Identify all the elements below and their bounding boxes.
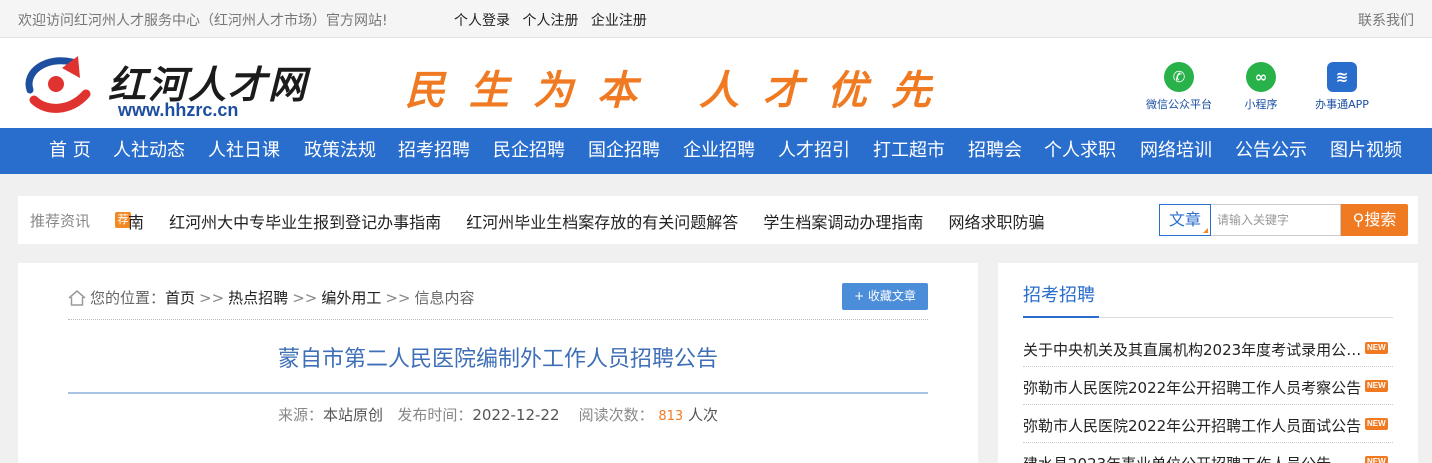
article-panel: 您的位置：首页 >> 热点招聘 >> 编外用工 >> 信息内容 + 收藏文章 蒙自市第二人民… [18, 263, 978, 463]
nav-training[interactable]: 网络培训 [1140, 128, 1212, 174]
source-value: 本站原创 [322, 406, 383, 424]
recommend-ticker: 南 红河州大中专毕业生报到登记办事指南 红河州毕业生档案存放的有关问题解答 学生… [128, 209, 1048, 233]
breadcrumb-sep: >> [385, 289, 411, 307]
company-register-link[interactable]: 企业注册 [591, 13, 647, 29]
header: 红河人才网 www.hhzrc.cn 民生为本 人才优先 ✆ 微信公众平台 ∞ 小… [0, 38, 1432, 128]
list-item-title[interactable]: 弥勒市人民医院2022年公开招聘工作人员面试公告 [1023, 415, 1363, 436]
app-label: 办事通APP [1315, 98, 1369, 111]
wechat-icon: ✆ [1164, 62, 1194, 92]
list-item-title[interactable]: 关于中央机关及其直属机构2023年度考试录用公务员 [1023, 339, 1363, 360]
nav-state-recruit[interactable]: 国企招聘 [588, 128, 660, 174]
logo-url: www.hhzrc.cn [118, 100, 239, 120]
search-type-select[interactable]: 文章 [1159, 204, 1211, 236]
new-badge: NEW [1365, 380, 1388, 392]
ticker-item[interactable]: 南 [128, 213, 144, 232]
list-item[interactable]: 关于中央机关及其直属机构2023年度考试录用公务员 NEW [1023, 331, 1393, 367]
breadcrumb-sep: >> [292, 289, 318, 307]
nav-talent[interactable]: 人才招引 [778, 128, 850, 174]
article-title: 蒙自市第二人民医院编制外工作人员招聘公告 [277, 347, 718, 372]
new-badge: NEW [1365, 456, 1388, 463]
new-badge: NEW [1365, 342, 1388, 354]
breadcrumb-category[interactable]: 编外用工 [321, 289, 381, 307]
wechat-qr-link[interactable]: ✆ 微信公众平台 [1134, 62, 1224, 112]
nav-workmarket[interactable]: 打工超市 [873, 128, 945, 174]
date-value: 2022-12-22 [472, 406, 560, 424]
nav-home[interactable]: 首 页 [49, 128, 91, 174]
slogan: 民生为本 人才优先 [405, 58, 955, 116]
recommend-label: 推荐资讯 [30, 212, 91, 230]
list-item[interactable]: 弥勒市人民医院2022年公开招聘工作人员考察公告 NEW [1023, 369, 1393, 405]
logo-mark-icon [25, 56, 91, 113]
sidebar-panel: 招考招聘 关于中央机关及其直属机构2023年度考试录用公务员 NEW 弥勒市人民… [998, 263, 1418, 463]
nav-company-recruit[interactable]: 企业招聘 [683, 128, 755, 174]
list-item[interactable]: 弥勒市人民医院2022年公开招聘工作人员面试公告 NEW [1023, 407, 1393, 443]
mini-program-link[interactable]: ∞ 小程序 [1216, 62, 1306, 112]
divider [68, 319, 928, 320]
search-button-label: 搜索 [1364, 210, 1397, 229]
breadcrumb: 您的位置：首页 >> 热点招聘 >> 编外用工 >> 信息内容 [68, 287, 475, 308]
search-type-value: 文章 [1168, 210, 1201, 229]
list-item-title[interactable]: 弥勒市人民医院2022年公开招聘工作人员考察公告 [1023, 377, 1363, 398]
ticker-item[interactable]: 学生档案调动办理指南 [763, 213, 923, 232]
nav-policy[interactable]: 政策法规 [304, 128, 376, 174]
views-unit: 人次 [688, 406, 719, 424]
date-label: 发布时间： [397, 406, 473, 424]
slogan-right: 人才优先 [699, 67, 955, 114]
breadcrumb-prefix: 您的位置： [90, 289, 166, 307]
views-label: 阅读次数： [578, 406, 654, 424]
breadcrumb-sep: >> [199, 289, 225, 307]
breadcrumb-home[interactable]: 首页 [165, 289, 195, 307]
recommend-bar: 推荐资讯 荐 南 红河州大中专毕业生报到登记办事指南 红河州毕业生档案存放的有关… [18, 196, 1418, 244]
home-icon [68, 290, 86, 306]
views-count: 813 [658, 409, 684, 424]
nav-jobfair[interactable]: 招聘会 [968, 128, 1022, 174]
source-label: 来源： [277, 406, 323, 424]
ticker-item[interactable]: 红河州大中专毕业生报到登记办事指南 [169, 213, 441, 232]
favorite-button[interactable]: + 收藏文章 [842, 283, 928, 310]
caret-icon [1203, 228, 1208, 233]
app-icon: ≋ [1327, 62, 1357, 92]
wechat-label: 微信公众平台 [1146, 98, 1212, 111]
account-links: 个人登录 个人注册 企业注册 [454, 10, 655, 30]
breadcrumb-hot[interactable]: 热点招聘 [228, 289, 288, 307]
search-button[interactable]: ⚲搜索 [1341, 204, 1408, 236]
site-logo[interactable]: 红河人才网 www.hhzrc.cn [20, 48, 310, 120]
search-input[interactable] [1211, 204, 1341, 236]
mini-program-icon: ∞ [1246, 62, 1276, 92]
nav-jobseek[interactable]: 个人求职 [1044, 128, 1116, 174]
nav-exam-recruit[interactable]: 招考招聘 [398, 128, 470, 174]
main-nav: 首 页 人社动态 人社日课 政策法规 招考招聘 民企招聘 国企招聘 企业招聘 人… [0, 128, 1432, 174]
title-divider [68, 392, 928, 394]
breadcrumb-current: 信息内容 [414, 289, 475, 307]
register-link[interactable]: 个人注册 [522, 13, 578, 29]
welcome-text: 欢迎访问红河州人才服务中心（红河州人才市场）官方网站! [18, 13, 388, 29]
ticker-item[interactable]: 网络求职防骗 [948, 213, 1044, 232]
nav-daily[interactable]: 人社日课 [208, 128, 280, 174]
nav-news[interactable]: 人社动态 [113, 128, 185, 174]
app-link[interactable]: ≋ 办事通APP [1297, 62, 1387, 112]
nav-media[interactable]: 图片视频 [1330, 128, 1402, 174]
nav-private-recruit[interactable]: 民企招聘 [493, 128, 565, 174]
heading-underline [1023, 316, 1099, 318]
new-badge: NEW [1365, 418, 1388, 430]
mini-program-label: 小程序 [1244, 98, 1278, 111]
list-item-title[interactable]: 建水县2023年事业单位公开招聘工作人员公告 [1023, 453, 1363, 463]
slogan-left: 民生为本 [405, 67, 661, 114]
login-link[interactable]: 个人登录 [454, 13, 510, 29]
contact-link[interactable]: 联系我们 [1358, 10, 1414, 30]
top-bar: 欢迎访问红河州人才服务中心（红河州人才市场）官方网站! 个人登录 个人注册 企业… [0, 0, 1432, 38]
ticker-item[interactable]: 红河州毕业生档案存放的有关问题解答 [466, 213, 738, 232]
list-item[interactable]: 建水县2023年事业单位公开招聘工作人员公告 NEW [1023, 445, 1393, 463]
article-meta: 来源：本站原创 发布时间：2022-12-22 阅读次数： 813 人次 [68, 404, 928, 425]
sidebar-heading[interactable]: 招考招聘 [1023, 281, 1095, 307]
nav-notice[interactable]: 公告公示 [1235, 128, 1307, 174]
search-icon: ⚲ [1352, 210, 1365, 229]
